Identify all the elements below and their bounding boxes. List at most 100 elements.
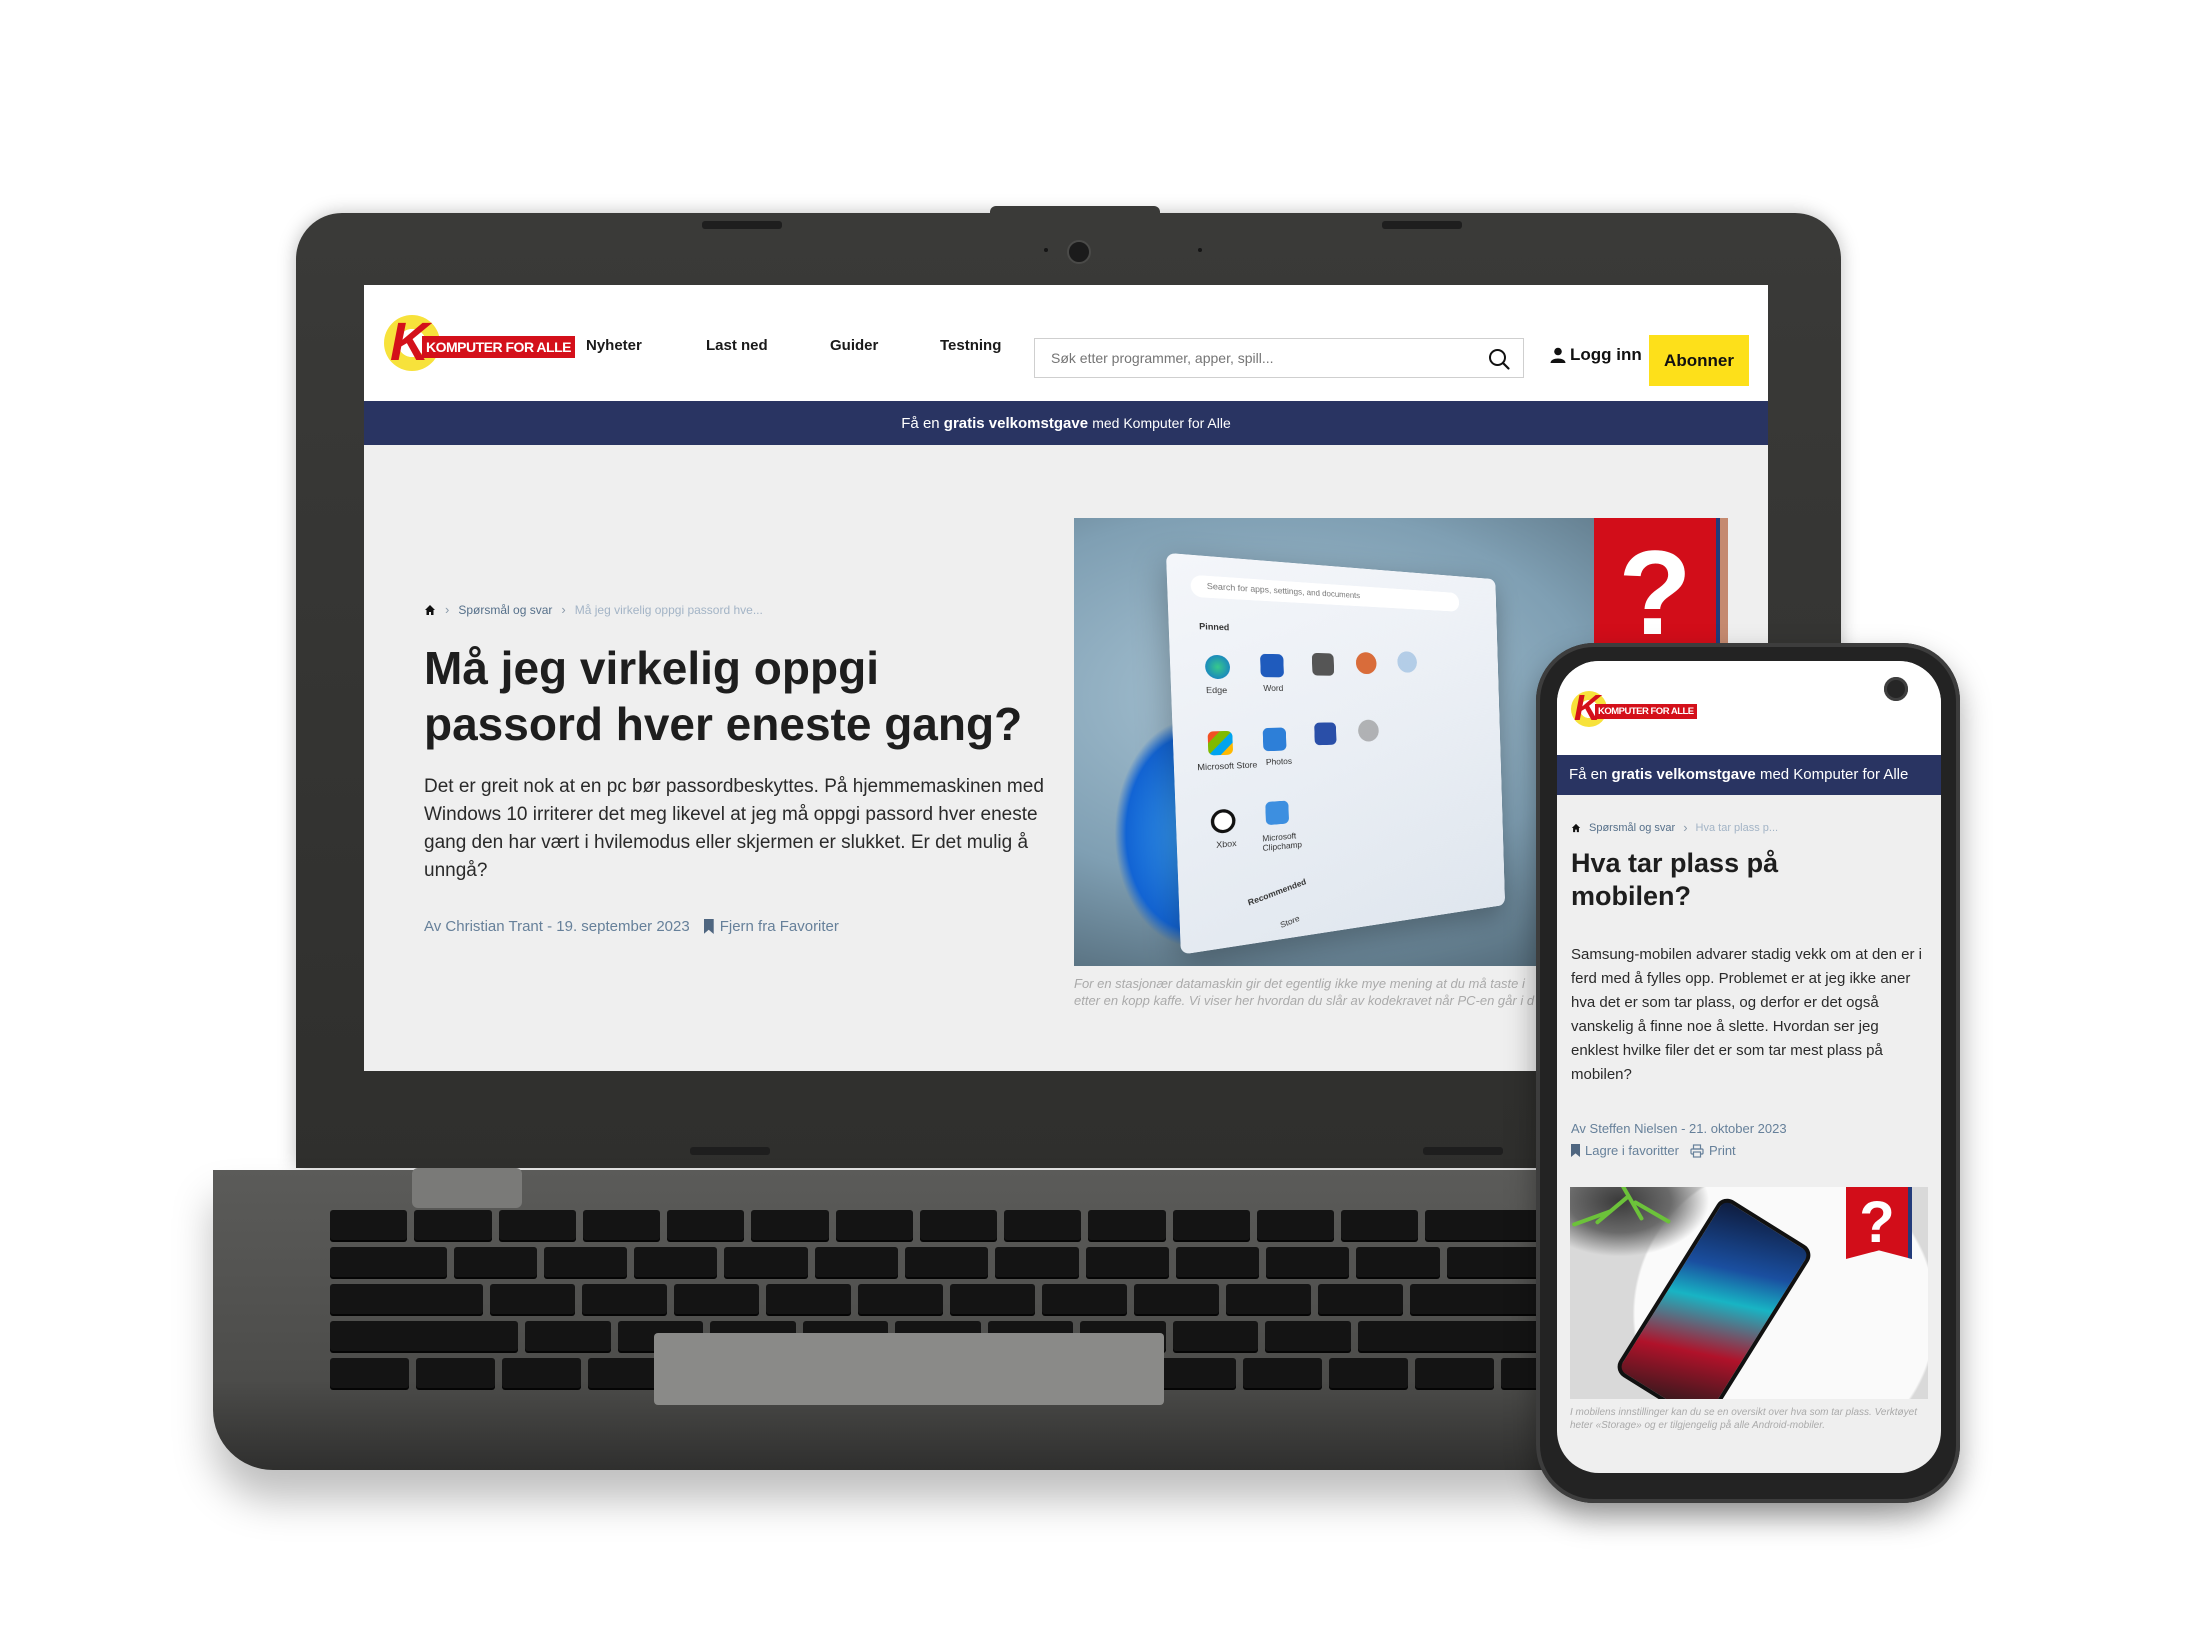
key [674, 1284, 759, 1314]
search-field[interactable] [1034, 338, 1524, 378]
mobile-header: K KOMPUTER FOR ALLE [1557, 661, 1941, 755]
app-icon [1355, 651, 1377, 675]
chevron-right-icon: › [1683, 820, 1688, 835]
app-label: Word [1263, 683, 1284, 694]
app-label: Edge [1205, 685, 1228, 696]
key [490, 1284, 575, 1314]
key [1318, 1284, 1403, 1314]
remove-favorite-link[interactable]: Fjern fra Favoriter [720, 918, 839, 935]
key [1088, 1210, 1166, 1240]
chevron-right-icon: › [445, 602, 450, 617]
edge-icon [1204, 654, 1231, 680]
site-logo[interactable]: K KOMPUTER FOR ALLE [384, 312, 575, 375]
start-menu-panel: Search for apps, settings, and documents… [1165, 552, 1506, 955]
nav-item-testning[interactable]: Testning [940, 337, 1001, 354]
banner-suffix: med Komputer for Alle [1759, 766, 1909, 783]
key [525, 1321, 611, 1351]
touchpad [654, 1333, 1164, 1405]
key [1256, 1210, 1335, 1240]
printer-icon[interactable] [1690, 1143, 1704, 1158]
breadcrumb-current: Må jeg virkelig oppgi passord hve... [574, 602, 763, 617]
store-icon [1207, 730, 1234, 756]
key [724, 1247, 808, 1277]
webcam-icon [1067, 240, 1091, 264]
nav-item-nyheter[interactable]: Nyheter [586, 337, 642, 354]
print-link[interactable]: Print [1709, 1143, 1736, 1158]
key [330, 1284, 483, 1314]
home-icon[interactable] [1571, 823, 1581, 833]
hero-caption-line-1: For en stasjonær datamaskin gir det egen… [1074, 976, 1525, 991]
key [835, 1210, 913, 1240]
key [814, 1247, 898, 1277]
app-label: Microsoft Clipchamp [1262, 831, 1303, 854]
promo-banner[interactable]: Få en gratis velkomstgave med Komputer f… [364, 401, 1768, 445]
phone-screen: K KOMPUTER FOR ALLE Få en gratis velkoms… [1557, 661, 1941, 1473]
key [995, 1247, 1079, 1277]
plant-shadow [1570, 1187, 1710, 1257]
key [1175, 1247, 1260, 1277]
logo-text: KOMPUTER FOR ALLE [422, 336, 575, 358]
app-label: Store [1279, 913, 1301, 930]
key [1265, 1321, 1351, 1351]
key [1156, 1358, 1236, 1388]
subscribe-button[interactable]: Abonner [1649, 335, 1749, 386]
user-icon [1550, 347, 1566, 363]
breadcrumb: › Spørsmål og svar › Må jeg virkelig opp… [424, 602, 763, 617]
mobile-site-logo[interactable]: K KOMPUTER FOR ALLE [1571, 687, 1697, 731]
key [1242, 1358, 1322, 1388]
lid-bumper [690, 1147, 770, 1155]
search-input[interactable] [1049, 349, 1473, 367]
mobile-promo-banner[interactable]: Få en gratis velkomstgave med Komputer f… [1557, 755, 1941, 795]
mobile-article-title: Hva tar plass på mobilen? [1571, 848, 1779, 911]
key [1414, 1358, 1494, 1388]
lid-bumper [1382, 221, 1462, 229]
key [416, 1358, 496, 1388]
banner-prefix: Få en [901, 415, 940, 432]
lid-bumper [1423, 1147, 1503, 1155]
nav-item-last-ned[interactable]: Last ned [706, 337, 768, 354]
banner-highlight: gratis velkomstgave [1611, 766, 1756, 783]
start-menu-search: Search for apps, settings, and documents [1190, 574, 1460, 612]
article-title: Må jeg virkelig oppgi passord hver enest… [424, 642, 1023, 750]
key [634, 1247, 718, 1277]
breadcrumb-current: Hva tar plass p... [1695, 821, 1779, 834]
banner-prefix: Få en [1569, 766, 1608, 783]
key [330, 1247, 447, 1277]
key [502, 1358, 582, 1388]
key [1266, 1247, 1350, 1277]
login-link[interactable]: Logg inn [1550, 345, 1642, 365]
webcam-tab [990, 206, 1160, 218]
breadcrumb-section[interactable]: Spørsmål og svar [1589, 822, 1675, 834]
mobile-byline: Av Steffen Nielsen - 21. oktober 2023 [1571, 1121, 1787, 1136]
clipchamp-icon [1265, 800, 1290, 826]
key [751, 1210, 829, 1240]
banner-highlight: gratis velkomstgave [943, 415, 1089, 432]
key [582, 1284, 667, 1314]
mobile-hero-image: ? [1570, 1187, 1928, 1399]
photos-icon [1262, 727, 1287, 752]
breadcrumb-section[interactable]: Spørsmål og svar [458, 603, 552, 617]
nav-item-guider[interactable]: Guider [830, 337, 878, 354]
save-favorite-link[interactable]: Lagre i favoritter [1585, 1143, 1679, 1158]
home-icon[interactable] [424, 604, 436, 616]
search-icon[interactable] [1487, 347, 1511, 371]
bookmark-icon[interactable] [703, 919, 714, 934]
key [330, 1321, 519, 1351]
bookmark-icon[interactable] [1571, 1144, 1580, 1157]
banner-suffix: med Komputer for Alle [1092, 415, 1231, 431]
word-icon [1259, 653, 1284, 678]
recommended-label: Recommended [1246, 877, 1308, 908]
app-label: Xbox [1216, 838, 1237, 851]
app-label: Microsoft Store [1197, 760, 1258, 773]
app-icon [1357, 719, 1380, 742]
key [919, 1210, 998, 1240]
hero-caption-line-2: etter en kopp kaffe. Vi viser her hvorda… [1074, 993, 1535, 1008]
site-header: K KOMPUTER FOR ALLE Nyheter Last ned Gui… [364, 285, 1768, 401]
key [1085, 1247, 1169, 1277]
pinned-label: Pinned [1198, 621, 1230, 633]
key [858, 1284, 943, 1314]
app-icon [1314, 722, 1337, 746]
article-lede: Det er greit nok at en pc bør passordbes… [424, 776, 1044, 881]
key [1328, 1358, 1408, 1388]
sensor-dot [1198, 248, 1202, 252]
